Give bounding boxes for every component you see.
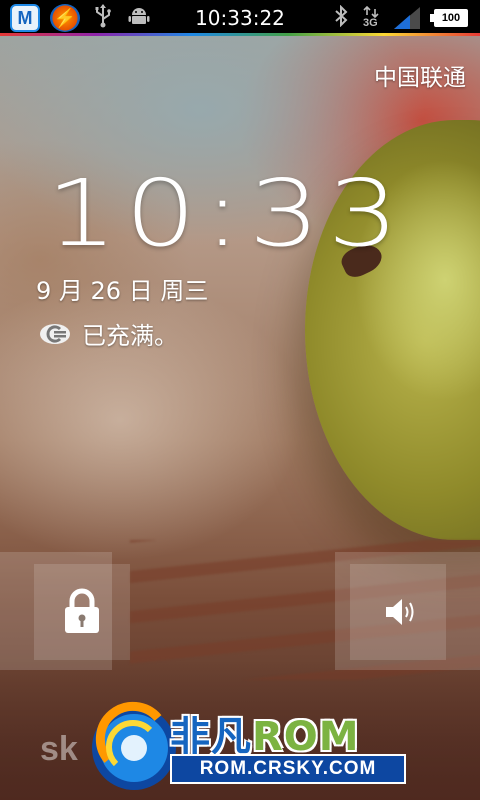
signal-icon — [394, 7, 420, 29]
unlock-tile[interactable] — [0, 552, 130, 670]
watermark-url: ROM.CRSKY.COM — [170, 754, 406, 784]
sound-toggle-button[interactable] — [350, 564, 446, 660]
watermark-side-text: sk — [40, 730, 78, 768]
system-icons: 3G 100 — [334, 0, 468, 36]
charging-status: 已充满。 — [38, 316, 178, 351]
lock-icon — [65, 588, 99, 633]
charging-plug-icon — [40, 323, 70, 344]
app-m-icon: M — [10, 4, 40, 32]
lockscreen-date: 9 月 26 日 周三 — [36, 277, 209, 305]
network-type-label: 3G — [363, 17, 378, 29]
data-3g-icon: 3G — [362, 6, 380, 30]
wallpaper — [0, 0, 480, 800]
speaker-icon — [386, 599, 414, 625]
notification-icons: M ⚡ — [0, 0, 152, 36]
sound-tile[interactable] — [335, 552, 480, 670]
battery-icon: 100 — [430, 9, 468, 27]
flash-app-icon: ⚡ — [50, 4, 80, 32]
carrier-label: 中国联通 — [374, 65, 466, 91]
bluetooth-icon — [334, 4, 348, 31]
battery-level: 100 — [441, 12, 461, 24]
unlock-button[interactable] — [34, 564, 130, 660]
charging-status-label: 已充满。 — [82, 322, 178, 350]
android-debug-icon — [126, 5, 152, 32]
usb-icon — [90, 3, 116, 33]
watermark: sk 非凡ROM ROM.CRSKY.COM — [0, 690, 480, 800]
status-bar[interactable]: M ⚡ 10:33:22 3G 100 — [0, 0, 480, 36]
lockscreen-clock: 10:33 — [46, 160, 407, 267]
